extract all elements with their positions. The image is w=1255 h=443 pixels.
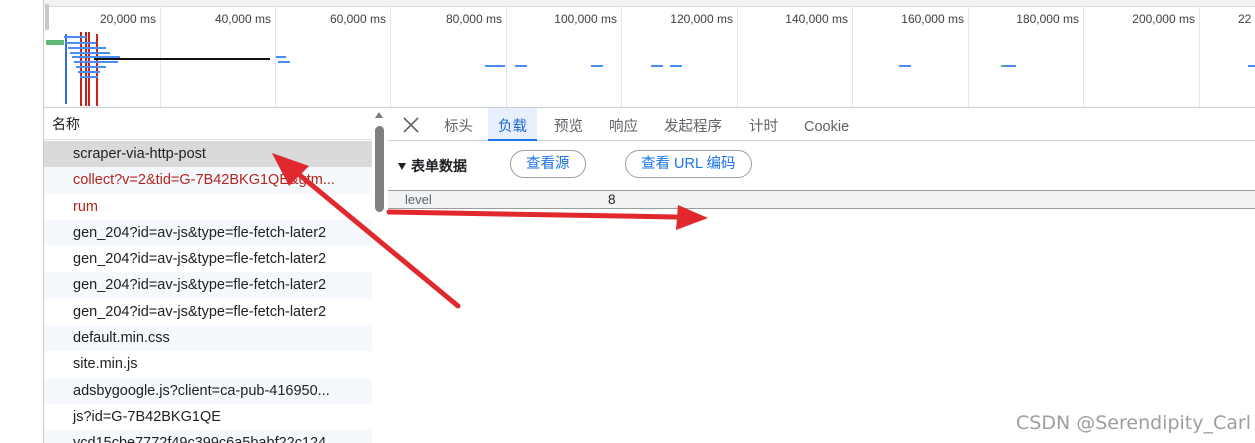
request-row[interactable]: collect?v=2&tid=G-7B42BKG1QE&gtm... xyxy=(44,167,372,194)
expand-triangle-icon xyxy=(398,163,406,170)
timeline-request-bar xyxy=(66,42,96,44)
tab-cookies[interactable]: Cookie xyxy=(804,108,849,141)
timeline-gridline xyxy=(968,6,969,107)
timeline-gridline xyxy=(1199,6,1200,107)
timeline-request-bar xyxy=(74,61,118,63)
request-row[interactable]: gen_204?id=av-js&type=fle-fetch-later2 xyxy=(44,299,372,325)
timeline-tick-label: 100,000 ms xyxy=(554,12,617,26)
request-row[interactable]: gen_204?id=av-js&type=fle-fetch-later2 xyxy=(44,246,372,272)
timeline-tick-label: 40,000 ms xyxy=(214,12,271,26)
request-row[interactable]: site.min.js xyxy=(44,351,372,377)
csdn-watermark: CSDN @Serendipity_Carl xyxy=(1016,412,1251,434)
view-url-encoded-button[interactable]: 查看 URL 编码 xyxy=(625,150,752,178)
timeline-request-bar xyxy=(485,65,495,67)
timeline-tick-label: 60,000 ms xyxy=(329,12,386,26)
timeline-gridline xyxy=(737,6,738,107)
timeline-tick-label: 140,000 ms xyxy=(785,12,848,26)
timeline-gridline xyxy=(506,6,507,107)
request-list-pane: 名称 scraper-via-http-post collect?v=2&tid=… xyxy=(43,108,389,443)
request-list: scraper-via-http-post collect?v=2&tid=G-7… xyxy=(44,141,372,443)
timeline-request-bar xyxy=(80,76,98,78)
request-list-scrollbar[interactable] xyxy=(372,108,387,443)
form-data-section-toggle[interactable]: 表单数据 xyxy=(398,156,467,176)
timeline-gridline xyxy=(390,6,391,107)
timeline-tick-label: 20,000 ms xyxy=(99,12,156,26)
timeline-request-bar xyxy=(651,65,663,67)
request-row[interactable]: adsbygoogle.js?client=ca-pub-416950... xyxy=(44,377,372,404)
timeline-request-bar xyxy=(1248,65,1255,67)
timeline-dom-content-loaded-line xyxy=(65,34,67,104)
timeline-range-handle[interactable] xyxy=(45,4,49,30)
timeline-top-strip xyxy=(44,0,1255,7)
request-row[interactable]: rum xyxy=(44,194,372,220)
timeline-request-bar xyxy=(46,40,64,45)
form-data-key: level xyxy=(405,192,432,207)
timeline-tick-label: 160,000 ms xyxy=(901,12,964,26)
timeline-request-bar xyxy=(78,71,100,73)
timeline-gridline xyxy=(621,6,622,107)
timeline-request-bar xyxy=(1004,65,1016,67)
network-timeline-overview[interactable]: 20,000 ms 40,000 ms 60,000 ms 80,000 ms … xyxy=(43,0,1255,108)
request-row[interactable]: js?id=G-7B42BKG1QE xyxy=(44,404,372,430)
request-detail-pane: 标头 负载 预览 响应 发起程序 计时 Cookie 表单数据 查看源 查看 U… xyxy=(388,108,1255,443)
timeline-tick-label: 120,000 ms xyxy=(670,12,733,26)
timeline-gridline xyxy=(852,6,853,107)
timeline-tick-label: 80,000 ms xyxy=(445,12,502,26)
timeline-request-bar xyxy=(276,56,286,58)
timeline-request-bar xyxy=(278,61,290,63)
timeline-request-bar xyxy=(515,65,527,67)
close-icon[interactable] xyxy=(400,114,422,136)
tab-headers[interactable]: 标头 xyxy=(444,108,473,141)
name-column-header[interactable]: 名称 xyxy=(44,108,372,140)
detail-tab-bar: 标头 负载 预览 响应 发起程序 计时 Cookie xyxy=(388,108,1255,141)
request-row[interactable]: scraper-via-http-post xyxy=(44,141,372,168)
timeline-gridline xyxy=(1083,6,1084,107)
tab-payload[interactable]: 负载 xyxy=(488,108,537,141)
request-row[interactable]: ycd15cbe7772f49c399c6a5babf22c124... xyxy=(44,430,372,443)
timeline-request-bar xyxy=(68,47,106,49)
tab-timing[interactable]: 计时 xyxy=(749,108,778,141)
timeline-request-bar xyxy=(495,65,505,67)
form-data-row: level 8 xyxy=(388,190,1255,209)
timeline-request-bar xyxy=(591,65,603,67)
form-data-section-title: 表单数据 xyxy=(411,158,467,174)
timeline-tick-label: 180,000 ms xyxy=(1016,12,1079,26)
tab-preview[interactable]: 预览 xyxy=(554,108,583,141)
request-row[interactable]: gen_204?id=av-js&type=fle-fetch-later2 xyxy=(44,219,372,247)
timeline-tick-label: 22 xyxy=(1238,12,1252,26)
timeline-request-bar xyxy=(70,52,110,54)
scrollbar-thumb[interactable] xyxy=(375,126,384,212)
devtools-network-window: 20,000 ms 40,000 ms 60,000 ms 80,000 ms … xyxy=(0,0,1255,443)
tab-response[interactable]: 响应 xyxy=(609,108,638,141)
request-row[interactable]: default.min.css xyxy=(44,325,372,352)
timeline-long-request-bar xyxy=(94,58,270,60)
scroll-up-arrow-icon[interactable] xyxy=(375,112,383,118)
timeline-request-bar xyxy=(76,66,106,68)
timeline-load-line xyxy=(96,34,98,106)
view-source-button[interactable]: 查看源 xyxy=(510,150,586,178)
request-row[interactable]: gen_204?id=av-js&type=fle-fetch-later2 xyxy=(44,272,372,299)
timeline-gridline xyxy=(160,6,161,107)
timeline-request-bar xyxy=(899,65,911,67)
form-data-value: 8 xyxy=(608,192,616,207)
tab-initiator[interactable]: 发起程序 xyxy=(664,108,722,141)
timeline-request-bar xyxy=(64,36,86,38)
timeline-request-bar xyxy=(670,65,682,67)
timeline-tick-label: 200,000 ms xyxy=(1132,12,1195,26)
